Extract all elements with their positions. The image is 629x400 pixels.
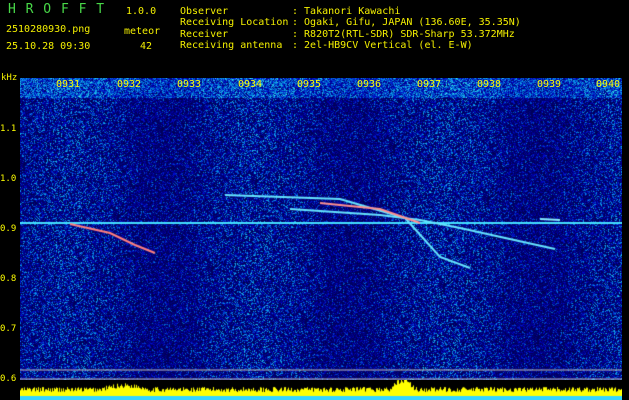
location-value: : Ogaki, Gifu, JAPAN (136.60E, 35.35N) xyxy=(292,17,521,28)
observer-label: Observer xyxy=(180,6,229,17)
observer-value: : Takanori Kawachi xyxy=(292,6,401,17)
y-tick-0-8: 0.8 xyxy=(0,274,17,284)
file-name: 2510280930.png xyxy=(6,24,91,35)
y-tick-0-6: 0.6 xyxy=(0,374,17,384)
app-logo: H R O F F T xyxy=(8,2,106,17)
x-tick-0934: 0934 xyxy=(238,79,263,90)
location-label: Receiving Location xyxy=(180,17,289,28)
x-tick-0938: 0938 xyxy=(477,79,502,90)
x-tick-0939: 0939 xyxy=(537,79,562,90)
x-tick-0935: 0935 xyxy=(297,79,322,90)
meteor-label: meteor xyxy=(124,26,161,37)
y-tick-1-0: 1.0 xyxy=(0,174,17,184)
timestamp: 25.10.28 09:30 xyxy=(6,41,91,52)
hrofft-spectrogram-window: H R O F F T 1.0.0 2510280930.png meteor … xyxy=(0,0,629,400)
meteor-count: 42 xyxy=(140,41,153,52)
signal-level-strip xyxy=(20,380,622,400)
x-tick-0933: 0933 xyxy=(177,79,202,90)
y-tick-0-7: 0.7 xyxy=(0,324,17,334)
receiver-label: Receiver xyxy=(180,29,229,40)
receiver-value: : R820T2(RTL-SDR) SDR-Sharp 53.372MHz xyxy=(292,29,515,40)
app-version: 1.0.0 xyxy=(126,6,157,17)
x-tick-0936: 0936 xyxy=(357,79,382,90)
x-tick-0932: 0932 xyxy=(117,79,142,90)
x-tick-0940: 0940 xyxy=(596,79,621,90)
y-axis-unit: kHz xyxy=(1,73,18,83)
y-tick-0-9: 0.9 xyxy=(0,224,17,234)
x-tick-0931: 0931 xyxy=(56,79,81,90)
y-tick-1-1: 1.1 xyxy=(0,124,17,134)
spectrogram-plot xyxy=(20,78,622,380)
antenna-value: : 2el-HB9CV Vertical (el. E-W) xyxy=(292,40,473,51)
x-tick-0937: 0937 xyxy=(417,79,442,90)
antenna-label: Receiving antenna xyxy=(180,40,283,51)
